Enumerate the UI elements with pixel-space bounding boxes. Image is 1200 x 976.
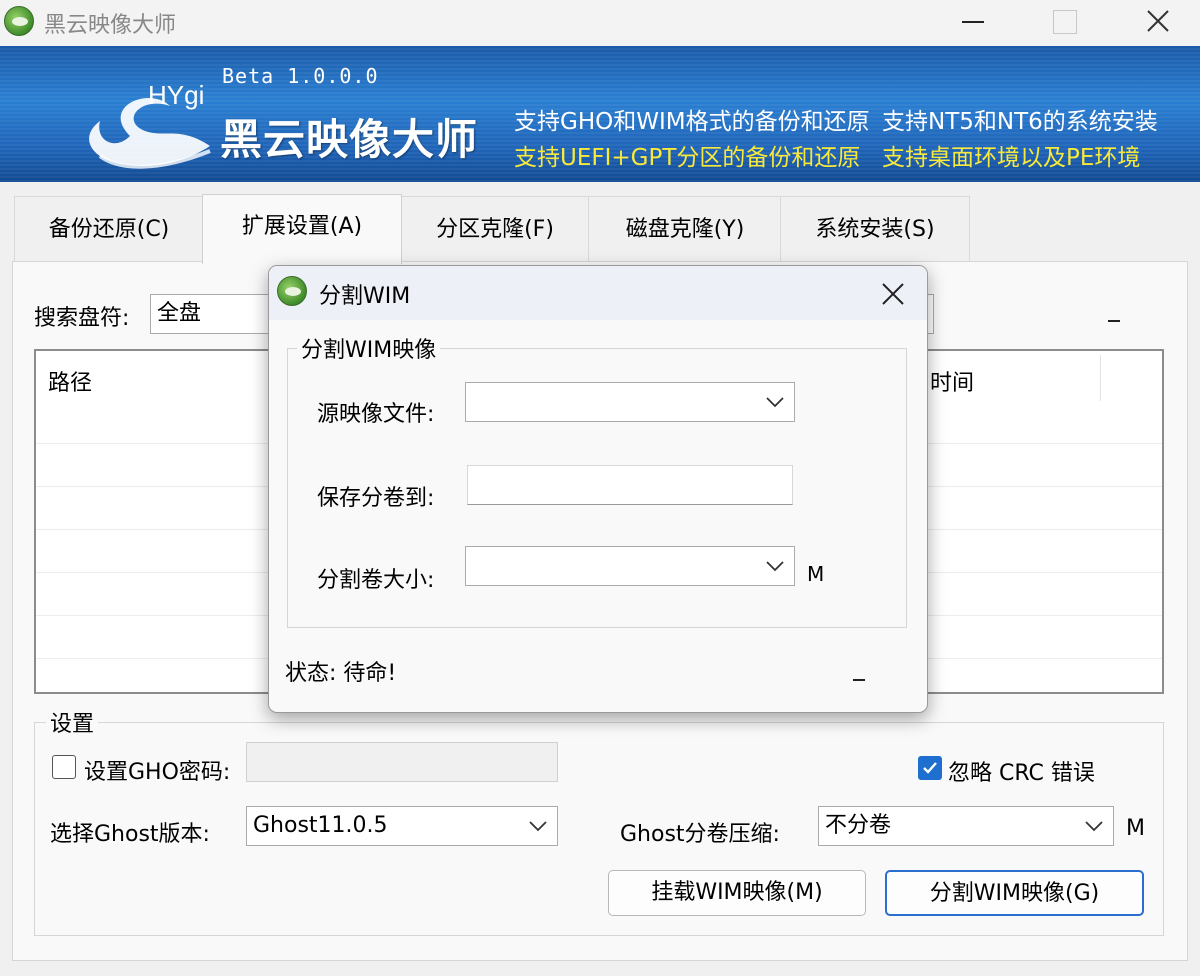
close-icon bbox=[1147, 10, 1169, 32]
main-window: 黑云映像大师 HYgi Beta 1.0.0.0 黑云映像大师 支持GHO和WI… bbox=[0, 0, 1200, 976]
ghost-split-select[interactable]: 不分卷 bbox=[818, 806, 1114, 846]
column-header-time[interactable]: 时间 bbox=[930, 365, 974, 397]
checkmark-icon bbox=[923, 762, 937, 774]
column-header-path[interactable]: 路径 bbox=[48, 365, 92, 397]
dialog-close-button[interactable] bbox=[873, 276, 913, 312]
dialog-status: 状态: 待命! bbox=[285, 661, 397, 686]
split-wim-dialog: 分割WIM 分割WIM映像 源映像文件: 保存分卷到: 分割卷大小: M 状态:… bbox=[268, 265, 928, 713]
dash-mark bbox=[853, 679, 865, 681]
title-bar: 黑云映像大师 bbox=[0, 0, 1200, 46]
save-volume-input[interactable] bbox=[467, 465, 793, 505]
feature-uefi-gpt: 支持UEFI+GPT分区的备份和还原 bbox=[514, 145, 861, 171]
save-volume-label: 保存分卷到: bbox=[317, 486, 435, 511]
search-drive-value: 全盘 bbox=[157, 301, 202, 326]
tab-system-install[interactable]: 系统安装(S) bbox=[780, 196, 970, 262]
minimize-button[interactable] bbox=[942, 0, 1002, 42]
tab-extended-settings[interactable]: 扩展设置(A) bbox=[202, 194, 402, 264]
search-drive-label: 搜索盘符: bbox=[34, 306, 130, 331]
source-image-select[interactable] bbox=[465, 382, 795, 422]
ghost-split-unit: M bbox=[1126, 816, 1145, 841]
close-button[interactable] bbox=[1128, 0, 1188, 42]
mount-wim-button[interactable]: 挂载WIM映像(M) bbox=[608, 870, 866, 916]
close-icon bbox=[882, 283, 904, 305]
app-name: 黑云映像大师 bbox=[220, 115, 479, 164]
ghost-version-value: Ghost11.0.5 bbox=[253, 813, 388, 838]
tab-backup-restore[interactable]: 备份还原(C) bbox=[14, 196, 204, 262]
chevron-down-icon bbox=[1085, 821, 1103, 832]
logo-text: HYgi bbox=[148, 80, 205, 110]
tab-partition-clone[interactable]: 分区克隆(F) bbox=[400, 196, 590, 262]
dialog-app-icon bbox=[277, 276, 307, 306]
ignore-crc-label: 忽略 CRC 错误 bbox=[948, 761, 1095, 786]
volume-size-select[interactable] bbox=[465, 546, 795, 586]
volume-size-label: 分割卷大小: bbox=[317, 568, 435, 593]
chevron-down-icon bbox=[529, 821, 547, 832]
ignore-crc-checkbox[interactable] bbox=[918, 756, 942, 780]
ghost-split-label: Ghost分卷压缩: bbox=[620, 822, 780, 847]
settings-group-title: 设置 bbox=[46, 706, 99, 738]
gho-password-checkbox[interactable] bbox=[52, 755, 76, 779]
header-banner: HYgi Beta 1.0.0.0 黑云映像大师 支持GHO和WIM格式的备份和… bbox=[0, 46, 1200, 182]
split-wim-button[interactable]: 分割WIM映像(G) bbox=[885, 870, 1144, 916]
version-label: Beta 1.0.0.0 bbox=[222, 64, 379, 88]
chevron-down-icon bbox=[766, 561, 784, 572]
dialog-title: 分割WIM bbox=[319, 284, 411, 309]
column-separator bbox=[1100, 355, 1101, 401]
tab-disk-clone[interactable]: 磁盘克隆(Y) bbox=[588, 196, 782, 262]
maximize-button[interactable] bbox=[1034, 0, 1094, 42]
window-title: 黑云映像大师 bbox=[44, 13, 177, 38]
gho-password-input[interactable] bbox=[246, 742, 558, 782]
volume-size-unit: M bbox=[807, 562, 825, 586]
feature-pe: 支持桌面环境以及PE环境 bbox=[882, 145, 1141, 171]
dash-mark bbox=[1108, 320, 1120, 322]
split-wim-group-title: 分割WIM映像 bbox=[297, 332, 441, 364]
chevron-down-icon bbox=[766, 397, 784, 408]
gho-password-label: 设置GHO密码: bbox=[84, 760, 231, 785]
feature-nt5-nt6: 支持NT5和NT6的系统安装 bbox=[882, 109, 1158, 135]
ghost-version-label: 选择Ghost版本: bbox=[50, 822, 210, 847]
feature-gho-wim: 支持GHO和WIM格式的备份和还原 bbox=[514, 109, 870, 135]
dialog-title-bar: 分割WIM bbox=[269, 266, 927, 320]
source-image-label: 源映像文件: bbox=[317, 402, 435, 427]
ghost-version-select[interactable]: Ghost11.0.5 bbox=[246, 806, 558, 846]
app-icon bbox=[4, 6, 34, 36]
ghost-split-value: 不分卷 bbox=[825, 813, 892, 838]
